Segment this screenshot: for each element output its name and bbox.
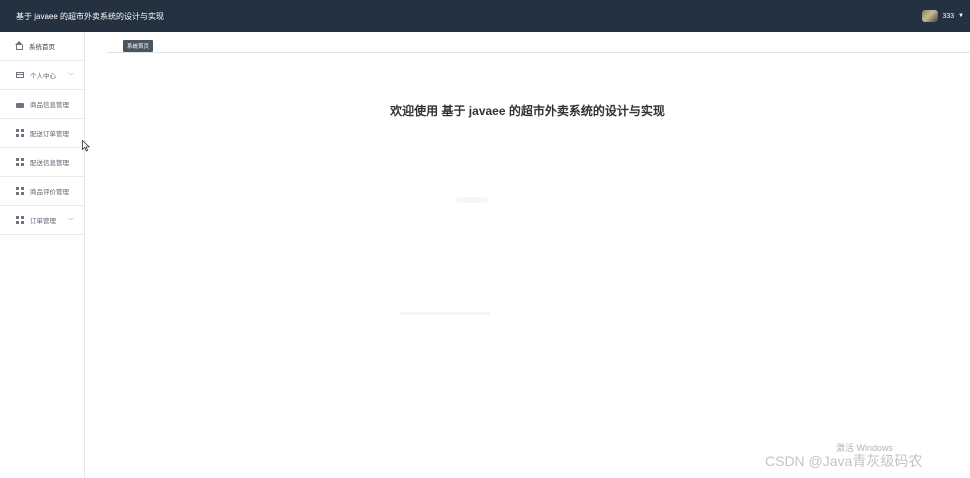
sidebar-item-delivery-info[interactable]: 配送信息管理 <box>0 148 84 177</box>
box-icon <box>16 102 24 108</box>
chevron-down-icon[interactable]: ▼ <box>958 13 964 19</box>
breadcrumb[interactable]: 系统首页 <box>123 40 154 52</box>
sidebar-item-orders[interactable]: 订单管理 ﹀ <box>0 206 84 235</box>
sidebar-nav: 系统首页 个人中心 ﹀ 商品信息管理 配送订单管理 配送信息管理 商品评价管理 … <box>0 32 85 478</box>
breadcrumb-divider <box>107 52 970 53</box>
sidebar-item-label: 商品评价管理 <box>30 189 69 196</box>
grid-icon <box>16 187 24 195</box>
app-title: 基于 javaee 的超市外卖系统的设计与实现 <box>16 11 165 21</box>
csdn-watermark: CSDN @Java青灰级码农 <box>765 453 923 469</box>
top-header-bar: 基于 javaee 的超市外卖系统的设计与实现 333 ▼ <box>0 0 970 32</box>
grid-icon <box>16 158 24 166</box>
username[interactable]: 333 <box>942 13 954 20</box>
sidebar-item-home[interactable]: 系统首页 <box>0 32 84 61</box>
faint-placeholder <box>400 312 490 315</box>
sidebar-item-label: 配送信息管理 <box>30 160 69 167</box>
avatar[interactable] <box>922 10 939 22</box>
chevron-down-icon: ﹀ <box>68 218 75 225</box>
sidebar-item-label: 配送订单管理 <box>30 131 69 138</box>
grid-icon <box>16 216 24 224</box>
sidebar-item-label: 个人中心 <box>30 73 56 80</box>
chevron-down-icon: ﹀ <box>68 73 75 80</box>
grid-icon <box>16 129 24 137</box>
sidebar-item-label: 系统首页 <box>29 44 55 51</box>
sidebar-item-delivery-orders[interactable]: 配送订单管理 <box>0 119 84 148</box>
main-content: 系统首页 欢迎使用 基于 javaee 的超市外卖系统的设计与实现 <box>85 32 970 478</box>
user-menu[interactable]: 333 ▼ <box>922 10 964 22</box>
sidebar-item-product-info[interactable]: 商品信息管理 <box>0 90 84 119</box>
welcome-heading: 欢迎使用 基于 javaee 的超市外卖系统的设计与实现 <box>390 104 665 118</box>
sidebar-item-label: 商品信息管理 <box>30 102 69 109</box>
sidebar-item-personal-center[interactable]: 个人中心 ﹀ <box>0 61 84 90</box>
home-icon <box>15 41 23 50</box>
sidebar-item-product-reviews[interactable]: 商品评价管理 <box>0 177 84 206</box>
faint-placeholder <box>457 197 487 203</box>
mouse-cursor-icon <box>82 140 90 152</box>
card-icon <box>16 72 24 78</box>
sidebar-item-label: 订单管理 <box>30 218 56 225</box>
